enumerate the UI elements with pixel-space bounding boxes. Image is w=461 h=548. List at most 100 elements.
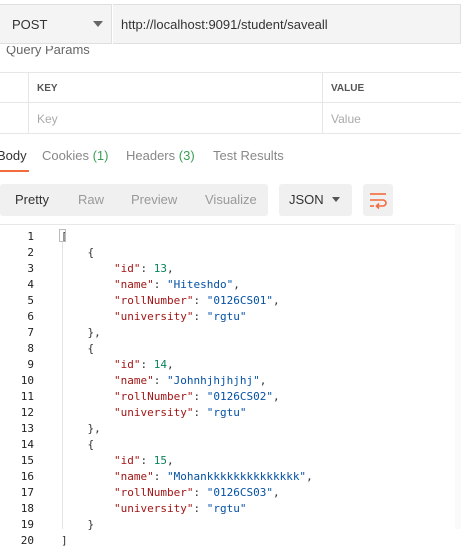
line-number: 15	[20, 454, 34, 467]
value-header: VALUE	[331, 83, 365, 94]
code-line: 20]	[0, 532, 461, 548]
code-text: },	[61, 422, 101, 435]
value-input[interactable]: Value	[322, 103, 461, 133]
tab-headers[interactable]: Headers (3)	[126, 148, 195, 163]
divider	[0, 224, 461, 225]
code-text: "name": "Hiteshdo",	[113, 278, 240, 291]
line-number: 18	[20, 502, 34, 515]
line-number: 1	[27, 230, 34, 243]
code-text: {	[61, 342, 95, 355]
line-number: 13	[20, 422, 34, 435]
cookies-count: (1)	[92, 148, 109, 163]
view-preview-button[interactable]: Preview	[131, 192, 177, 207]
code-text: "university": "rgtu"	[113, 502, 247, 515]
code-text: "id": 14,	[113, 358, 174, 371]
query-params-table: KEY VALUE Key Value	[0, 72, 461, 134]
url-input[interactable]: http://localhost:9091/student/saveall	[113, 4, 461, 44]
code-text: "name": "Johnhjhjhjhj",	[113, 374, 267, 387]
line-number: 3	[27, 262, 34, 275]
code-line: 9 "id": 14,	[0, 356, 461, 372]
line-number: 19	[20, 518, 34, 531]
bracket-match-highlight	[59, 229, 66, 242]
code-line: 4 "name": "Hiteshdo",	[0, 276, 461, 292]
line-number: 20	[20, 534, 34, 547]
code-line: 1[	[0, 228, 461, 244]
wrap-lines-icon	[370, 193, 387, 210]
value-placeholder: Value	[331, 112, 361, 126]
tab-test-results[interactable]: Test Results	[213, 148, 284, 163]
code-line: 13 },	[0, 420, 461, 436]
line-number: 12	[20, 406, 34, 419]
key-placeholder: Key	[37, 112, 58, 126]
line-number: 2	[27, 246, 34, 259]
line-number: 11	[20, 390, 34, 403]
code-line: 18 "university": "rgtu"	[0, 500, 461, 516]
chevron-down-icon	[332, 197, 340, 202]
code-text: "university": "rgtu"	[113, 310, 247, 323]
query-params-title: Query Params	[6, 46, 90, 57]
code-text: "id": 15,	[113, 454, 174, 467]
wrap-lines-button[interactable]	[363, 184, 393, 216]
code-line: 15 "id": 15,	[0, 452, 461, 468]
code-text: "rollNumber": "0126CS02",	[113, 390, 280, 403]
code-line: 2 {	[0, 244, 461, 260]
active-tab-indicator	[0, 170, 29, 172]
line-number: 7	[27, 326, 34, 339]
line-number: 16	[20, 470, 34, 483]
table-header-row: KEY VALUE	[0, 72, 461, 102]
line-number: 6	[27, 310, 34, 323]
code-line: 6 "university": "rgtu"	[0, 308, 461, 324]
view-visualize-button[interactable]: Visualize	[205, 192, 257, 207]
method-label: POST	[12, 17, 48, 32]
line-number: 8	[27, 342, 34, 355]
code-line: 17 "rollNumber": "0126CS03",	[0, 484, 461, 500]
code-text: ]	[61, 534, 68, 547]
value-header-cell: VALUE	[322, 73, 461, 102]
view-mode-group: Pretty Raw Preview Visualize	[0, 184, 268, 216]
code-line: 12 "university": "rgtu"	[0, 404, 461, 420]
line-number: 5	[27, 294, 34, 307]
tab-cookies[interactable]: Cookies (1)	[42, 148, 108, 163]
format-select[interactable]: JSON	[279, 184, 352, 216]
code-line: 11 "rollNumber": "0126CS02",	[0, 388, 461, 404]
response-tabs: Body Cookies (1) Headers (3) Test Result…	[0, 148, 461, 172]
code-text: "university": "rgtu"	[113, 406, 247, 419]
line-number: 9	[27, 358, 34, 371]
editor-scrollbar[interactable]	[455, 224, 461, 529]
code-text: {	[61, 438, 95, 451]
code-line: 10 "name": "Johnhjhjhjhj",	[0, 372, 461, 388]
line-number: 17	[20, 486, 34, 499]
headers-count: (3)	[178, 148, 195, 163]
code-text: "rollNumber": "0126CS03",	[113, 486, 280, 499]
tab-headers-label: Headers	[126, 148, 176, 163]
code-text: "name": "Mohankkkkkkkkkkkkkk",	[113, 470, 313, 483]
url-text: http://localhost:9091/student/saveall	[121, 17, 328, 32]
format-label: JSON	[289, 192, 324, 207]
chevron-down-icon	[93, 21, 103, 27]
method-select[interactable]: POST	[0, 4, 112, 44]
code-line: 16 "name": "Mohankkkkkkkkkkkkkk",	[0, 468, 461, 484]
view-raw-button[interactable]: Raw	[78, 192, 104, 207]
key-header: KEY	[37, 83, 58, 94]
code-line: 14 {	[0, 436, 461, 452]
code-text: },	[61, 326, 101, 339]
line-number: 14	[20, 438, 34, 451]
code-text: }	[61, 518, 95, 531]
code-line: 3 "id": 13,	[0, 260, 461, 276]
key-header-cell: KEY	[28, 73, 322, 102]
code-line: 8 {	[0, 340, 461, 356]
code-text: "rollNumber": "0126CS01",	[113, 294, 280, 307]
code-text: {	[61, 246, 95, 259]
tab-cookies-label: Cookies	[42, 148, 89, 163]
code-line: 19 }	[0, 516, 461, 532]
code-line: 5 "rollNumber": "0126CS01",	[0, 292, 461, 308]
line-number: 10	[20, 374, 34, 387]
response-body-editor[interactable]: 1[2 {3 "id": 13, 4 "name": "Hiteshdo", 5 "…	[0, 224, 461, 547]
tab-body[interactable]: Body	[0, 148, 27, 163]
code-text: "id": 13,	[113, 262, 174, 275]
line-number: 4	[27, 278, 34, 291]
table-row: Key Value	[0, 102, 461, 134]
code-line: 7 },	[0, 324, 461, 340]
key-input[interactable]: Key	[28, 103, 322, 133]
view-pretty-button[interactable]: Pretty	[15, 192, 49, 207]
